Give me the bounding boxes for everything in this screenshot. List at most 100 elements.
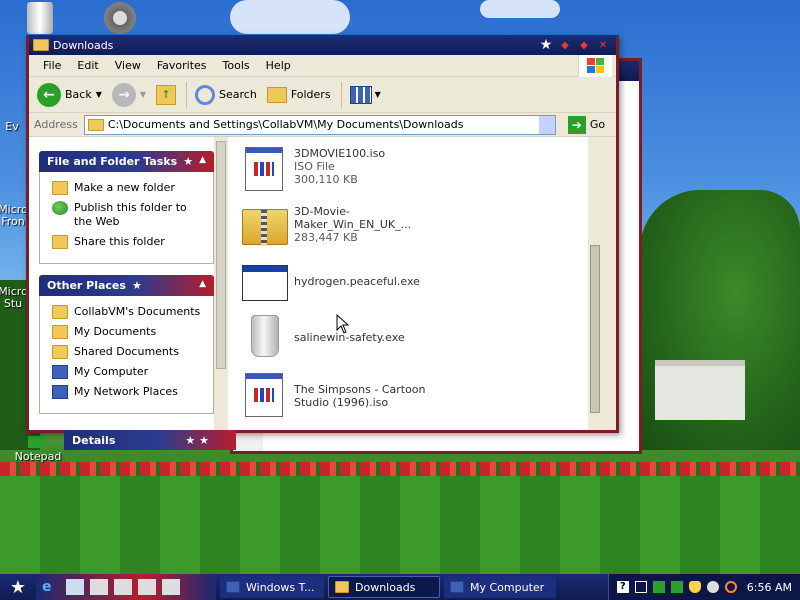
- star-icon: ★ ★: [185, 433, 209, 447]
- details-header[interactable]: Details ★ ★: [64, 430, 236, 450]
- place-my-network-places[interactable]: My Network Places: [52, 385, 207, 399]
- folder-icon: [52, 305, 68, 319]
- scrollbar-thumb[interactable]: [216, 141, 226, 369]
- search-icon[interactable]: [724, 581, 737, 593]
- go-button[interactable]: ➔ Go: [567, 115, 605, 134]
- network-icon[interactable]: [634, 581, 647, 593]
- window-titlebar[interactable]: Downloads ★ ◆ ◆ ✕: [29, 35, 616, 55]
- mouse-cursor-icon: [336, 314, 350, 334]
- desktop-icon[interactable]: [66, 579, 84, 595]
- file-list-scrollbar[interactable]: [588, 137, 602, 430]
- task-share-folder[interactable]: Share this folder: [52, 235, 207, 249]
- up-button[interactable]: ↑: [156, 84, 177, 105]
- star-icon: ★: [131, 279, 142, 292]
- file-folder-tasks-body: Make a new folder Publish this folder to…: [39, 172, 214, 264]
- other-places-header[interactable]: Other Places ★ ▲: [39, 275, 214, 296]
- place-collabvm-documents[interactable]: CollabVM's Documents: [52, 305, 207, 319]
- toolbar-separator: [340, 81, 342, 108]
- views-button[interactable]: ▼: [349, 85, 381, 104]
- menu-favorites[interactable]: Favorites: [149, 59, 215, 72]
- flower-bed: [0, 462, 800, 476]
- collapse-chevron-icon[interactable]: ▲: [199, 155, 206, 165]
- star-icon: ★: [183, 155, 194, 168]
- collapse-chevron-icon[interactable]: ▲: [199, 279, 206, 289]
- quick-launch-icon[interactable]: [162, 579, 180, 595]
- start-button[interactable]: ★: [0, 574, 36, 600]
- chevron-down-icon[interactable]: ▼: [140, 90, 146, 99]
- menu-file[interactable]: File: [35, 59, 69, 72]
- menu-view[interactable]: View: [107, 59, 149, 72]
- task-make-new-folder[interactable]: Make a new folder: [52, 181, 207, 195]
- place-my-documents[interactable]: My Documents: [52, 325, 207, 339]
- bin-icon: [242, 315, 286, 359]
- computer-icon: [52, 365, 68, 379]
- white-house: [655, 360, 745, 420]
- place-shared-documents[interactable]: Shared Documents: [52, 345, 207, 359]
- scrollbar-thumb[interactable]: [590, 245, 600, 413]
- lawn: [0, 476, 800, 574]
- shield-icon[interactable]: [688, 581, 701, 593]
- tray-icon[interactable]: [670, 581, 683, 593]
- film-reel-icon: [104, 2, 136, 34]
- maximize-button[interactable]: ◆: [575, 37, 593, 53]
- quick-launch-icon[interactable]: [114, 579, 132, 595]
- chevron-down-icon[interactable]: ▼: [96, 90, 102, 99]
- volume-icon[interactable]: [706, 581, 719, 593]
- downloads-window[interactable]: Downloads ★ ◆ ◆ ✕ File Edit View Favorit…: [26, 35, 619, 433]
- clock[interactable]: 6:56 AM: [747, 581, 792, 594]
- task-publish-folder[interactable]: Publish this folder to the Web: [52, 201, 207, 229]
- iso-icon: [242, 147, 286, 191]
- network-icon: [52, 385, 68, 399]
- notepad-icon: [28, 436, 44, 448]
- my-documents-icon: [52, 325, 68, 339]
- search-icon: [195, 84, 216, 105]
- file-item[interactable]: The Simpsons - Cartoon Studio (1996).iso: [242, 373, 459, 417]
- quick-launch-icon[interactable]: [90, 579, 108, 595]
- file-item[interactable]: 3DMOVIE100.iso ISO File 300,110 KB: [242, 147, 459, 191]
- address-path: C:\Documents and Settings\CollabVM\My Do…: [107, 118, 464, 131]
- task-pane: File and Folder Tasks ★ ▲ Make a new fol…: [29, 137, 228, 430]
- desktop-icon-notepad[interactable]: Notepad: [10, 436, 66, 463]
- forward-button[interactable]: → ▼: [111, 82, 146, 107]
- menu-help[interactable]: Help: [258, 59, 299, 72]
- place-my-computer[interactable]: My Computer: [52, 365, 207, 379]
- minimize-button[interactable]: ◆: [556, 37, 574, 53]
- cloud: [230, 0, 350, 34]
- folder-icon: [335, 581, 349, 593]
- other-places-body: CollabVM's Documents My Documents Shared…: [39, 296, 214, 414]
- file-item[interactable]: salinewin-safety.exe: [242, 315, 459, 359]
- quick-launch-icon[interactable]: [138, 579, 156, 595]
- file-item[interactable]: 3D-Movie-Maker_Win_EN_UK_... 283,447 KB: [242, 205, 459, 249]
- folders-button[interactable]: Folders: [266, 86, 331, 103]
- tray-icon[interactable]: [652, 581, 665, 593]
- desktop-icon-media[interactable]: [90, 2, 150, 36]
- taskbar: ★ e Windows T... Downloads My Computer ?…: [0, 574, 800, 600]
- taskbar-button-downloads[interactable]: Downloads: [328, 576, 440, 598]
- chevron-down-icon: ▼: [374, 90, 381, 99]
- back-arrow-icon: ←: [37, 82, 61, 107]
- task-pane-scrollbar[interactable]: [214, 137, 228, 430]
- help-icon[interactable]: ?: [616, 581, 629, 593]
- address-input[interactable]: C:\Documents and Settings\CollabVM\My Do…: [83, 114, 556, 135]
- menu-edit[interactable]: Edit: [69, 59, 106, 72]
- star-icon[interactable]: ★: [537, 37, 555, 53]
- file-folder-tasks-header[interactable]: File and Folder Tasks ★ ▲: [39, 151, 214, 172]
- address-dropdown[interactable]: [538, 115, 555, 134]
- menu-tools[interactable]: Tools: [215, 59, 258, 72]
- internet-explorer-icon[interactable]: e: [42, 579, 60, 595]
- close-button[interactable]: ✕: [594, 37, 612, 53]
- file-item[interactable]: hydrogen.peaceful.exe: [242, 261, 459, 305]
- forward-arrow-icon: →: [111, 82, 136, 107]
- shared-folder-icon: [52, 235, 68, 249]
- taskbar-button-windows-task[interactable]: Windows T...: [220, 576, 324, 598]
- back-button[interactable]: ← Back ▼: [37, 82, 102, 107]
- folder-icon: [33, 39, 49, 51]
- taskbar-button-my-computer[interactable]: My Computer: [444, 576, 556, 598]
- folder-icon: [87, 118, 104, 131]
- folder-icon: [52, 345, 68, 359]
- search-button[interactable]: Search: [195, 84, 257, 105]
- folder-up-icon: ↑: [156, 84, 177, 105]
- go-arrow-icon: ➔: [567, 115, 586, 134]
- iso-icon: [242, 373, 286, 417]
- globe-icon: [52, 201, 68, 215]
